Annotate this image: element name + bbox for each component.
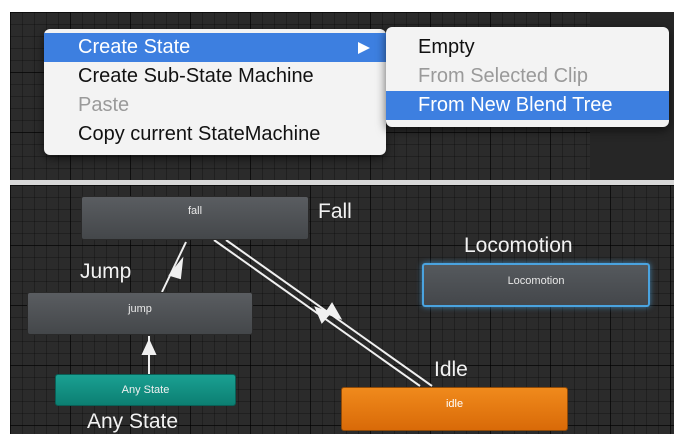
state-caption-jump: Jump — [80, 260, 132, 283]
state-node-idle[interactable]: idle — [341, 387, 568, 431]
state-node-jump[interactable]: jump — [27, 292, 253, 335]
state-node-locomotion[interactable]: Locomotion — [422, 263, 650, 307]
state-name: fall — [187, 205, 203, 217]
state-caption-idle: Idle — [434, 358, 468, 381]
transition-arrow-icon — [141, 338, 157, 355]
transition-jump-to-fall[interactable] — [161, 241, 187, 293]
state-name: idle — [445, 398, 464, 410]
state-node-fall[interactable]: fall — [81, 196, 309, 240]
state-caption-fall: Fall — [318, 200, 352, 223]
state-name: Locomotion — [507, 275, 565, 287]
state-caption-locomotion: Locomotion — [464, 234, 573, 257]
state-caption-any-state: Any State — [87, 410, 179, 433]
state-name: jump — [128, 303, 152, 315]
state-name: Any State — [121, 384, 170, 396]
state-node-any-state[interactable]: Any State — [55, 374, 236, 406]
